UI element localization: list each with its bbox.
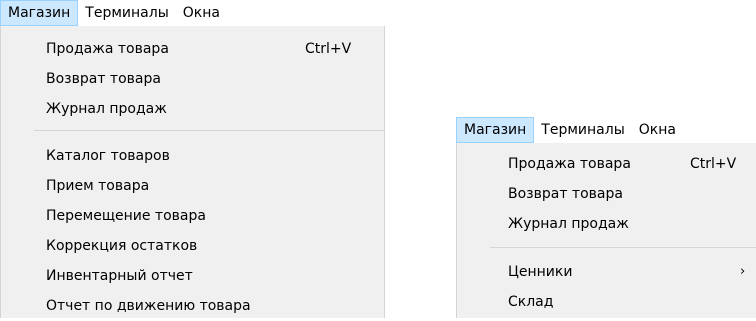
menu-item-sales-log[interactable]: Журнал продаж: [1, 94, 384, 124]
menu-item-label: Продажа товара: [46, 41, 169, 57]
shop-dropdown-menu: Продажа товара Ctrl+V Возврат товара Жур…: [456, 143, 756, 318]
menu-separator: [34, 130, 384, 131]
menu-item-sale[interactable]: Продажа товара Ctrl+V: [1, 34, 384, 64]
menu-item-label: Отчет по движению товара: [46, 298, 251, 314]
menu-item-inventory-report[interactable]: Инвентарный отчет: [1, 261, 384, 291]
menu-item-label: Перемещение товара: [46, 208, 206, 224]
menu-item-shortcut: Ctrl+V: [305, 41, 352, 57]
menu-item-label: Ценники: [508, 264, 573, 280]
menubar-item-windows[interactable]: Окна: [632, 117, 683, 143]
menu-screenshot-left: Магазин Терминалы Окна Продажа товара Ct…: [0, 0, 386, 318]
menu-bar: Магазин Терминалы Окна: [0, 0, 227, 26]
menu-item-label: Возврат товара: [46, 71, 161, 87]
menubar-item-terminals[interactable]: Терминалы: [78, 0, 175, 26]
menu-item-stock-correction[interactable]: Коррекция остатков: [1, 231, 384, 261]
menu-item-warehouse[interactable]: Склад: [457, 287, 756, 317]
menubar-item-shop[interactable]: Магазин: [0, 0, 79, 26]
menu-item-label: Возврат товара: [508, 186, 623, 202]
menu-item-label: Каталог товаров: [46, 148, 170, 164]
menubar-item-shop[interactable]: Магазин: [456, 117, 535, 143]
menu-bar: Магазин Терминалы Окна: [456, 117, 683, 143]
menu-item-label: Прием товара: [46, 178, 150, 194]
menu-item-price-tags[interactable]: Ценники ›: [457, 257, 756, 287]
menu-item-label: Инвентарный отчет: [46, 268, 193, 284]
menubar-item-windows[interactable]: Окна: [176, 0, 227, 26]
menu-item-label: Коррекция остатков: [46, 238, 198, 254]
menu-screenshot-right: Магазин Терминалы Окна Продажа товара Ct…: [456, 117, 756, 318]
menubar-item-terminals[interactable]: Терминалы: [534, 117, 631, 143]
shop-dropdown-menu: Продажа товара Ctrl+V Возврат товара Жур…: [0, 26, 385, 318]
menu-item-label: Журнал продаж: [508, 216, 629, 232]
menu-item-movement-report[interactable]: Отчет по движению товара: [1, 291, 384, 321]
menu-separator: [490, 247, 756, 248]
menu-item-sales-log[interactable]: Журнал продаж: [457, 209, 756, 239]
menu-item-label: Склад: [508, 294, 554, 310]
menu-item-return[interactable]: Возврат товара: [1, 64, 384, 94]
menu-item-transfer[interactable]: Перемещение товара: [1, 201, 384, 231]
menu-item-catalog[interactable]: Каталог товаров: [1, 141, 384, 171]
menu-item-return[interactable]: Возврат товара: [457, 179, 756, 209]
menu-item-label: Журнал продаж: [46, 101, 167, 117]
submenu-arrow-icon: ›: [740, 264, 746, 279]
menu-item-shortcut: Ctrl+V: [690, 156, 737, 172]
menu-item-label: Продажа товара: [508, 156, 631, 172]
menu-item-sale[interactable]: Продажа товара Ctrl+V: [457, 149, 756, 179]
menu-item-receiving[interactable]: Прием товара: [1, 171, 384, 201]
